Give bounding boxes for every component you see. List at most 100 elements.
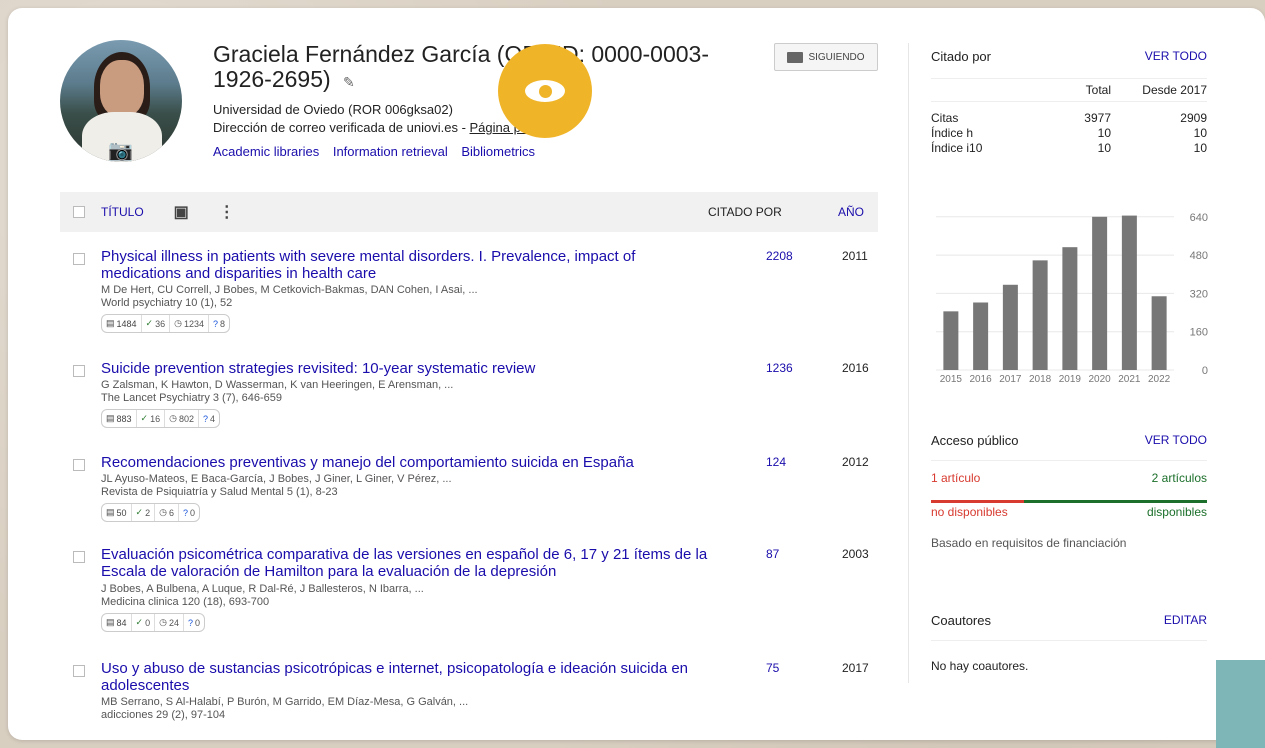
interest-link[interactable]: Academic libraries (213, 144, 319, 159)
stat-total: 3977 (1084, 111, 1111, 125)
chart-bar-2021[interactable] (1121, 215, 1137, 370)
email-text: Dirección de correo verificada de uniovi… (213, 120, 470, 135)
interest-link[interactable]: Bibliometrics (461, 144, 535, 159)
stat-total: 10 (1097, 141, 1111, 155)
clock-badge: ◷ 1234 (170, 315, 209, 332)
chart-bar-2018[interactable] (1032, 260, 1048, 370)
access-labels: no disponibles disponibles (931, 505, 1207, 519)
follow-label: SIGUIENDO (808, 51, 865, 63)
check-badge: ✓ 2 (132, 504, 156, 521)
add-article-icon[interactable]: ▣ (174, 202, 189, 222)
cited-by-view-all[interactable]: VER TODO (1145, 49, 1207, 64)
row-checkbox[interactable] (73, 665, 85, 677)
stats-row: Citas 3977 2909 (931, 111, 1207, 126)
access-right-label: disponibles (1146, 505, 1207, 519)
article-authors: M De Hert, CU Correll, J Bobes, M Cetkov… (101, 284, 478, 296)
article-authors: JL Ayuso-Mateos, E Baca-García, J Bobes,… (101, 473, 452, 485)
chart-bar-2022[interactable] (1151, 296, 1167, 370)
interests: Academic libraries Information retrieval… (213, 144, 545, 159)
doc-count-badge: ▤ 84 (102, 614, 132, 631)
interest-link[interactable]: Information retrieval (333, 144, 448, 159)
avatar[interactable]: 📷 (60, 40, 182, 162)
column-divider (908, 43, 909, 683)
col-total: Total (1085, 83, 1111, 97)
chart-xtick-label: 2020 (1089, 374, 1112, 385)
cited-count[interactable]: 75 (766, 661, 779, 675)
stats-row: Índice i10 10 10 (931, 141, 1207, 156)
clock-badge: ◷ 802 (165, 410, 199, 427)
stat-since: 10 (1193, 141, 1207, 155)
stats-header-row: Total Desde 2017 (931, 78, 1207, 102)
chart-ytick-label: 320 (1190, 288, 1208, 300)
stat-since: 2909 (1180, 111, 1207, 125)
col-since: Desde 2017 (1142, 83, 1207, 97)
article-title[interactable]: Recomendaciones preventivas y manejo del… (101, 454, 661, 471)
access-left-count[interactable]: 1 artículo (931, 471, 980, 485)
cited-by-header: Citado por VER TODO (931, 49, 1207, 64)
more-vert-icon[interactable]: ⋮ (219, 202, 235, 222)
clock-badge: ◷ 24 (155, 614, 184, 631)
chart-bar-2020[interactable] (1092, 216, 1108, 370)
question-badge: ? 8 (213, 318, 226, 329)
article-meta: J Bobes, A Bulbena, A Luque, R Dal-Ré, J… (101, 583, 701, 632)
unavailable-segment (931, 500, 1024, 503)
article-meta: MB Serrano, S Al-Halabí, P Burón, M Garr… (101, 696, 701, 722)
citations-per-year-chart[interactable]: 0 160 320 480 640 2015 2016 2017 2018 2019 2020 202… (926, 202, 1216, 392)
clock-badge: ◷ 6 (155, 504, 179, 521)
stat-total: 10 (1097, 126, 1111, 140)
article-title[interactable]: Physical illness in patients with severe… (101, 248, 661, 282)
chart-bar-2017[interactable] (1002, 284, 1018, 370)
article-year: 2012 (842, 455, 869, 469)
article-title[interactable]: Uso y abuso de sustancias psicotrópicas … (101, 660, 721, 694)
select-all-checkbox[interactable] (73, 206, 85, 218)
article-venue: Medicina clinica 120 (18), 693-700 (101, 596, 270, 608)
article-venue: World psychiatry 10 (1), 52 (101, 297, 233, 309)
cited-count[interactable]: 1236 (766, 361, 793, 375)
article-year: 2017 (842, 661, 869, 675)
question-badge: ? 0 (187, 617, 200, 628)
article-meta: JL Ayuso-Mateos, E Baca-García, J Bobes,… (101, 473, 701, 522)
row-checkbox[interactable] (73, 253, 85, 265)
article-year: 2003 (842, 547, 869, 561)
stat-label: Citas (931, 111, 959, 125)
cited-count[interactable]: 2208 (766, 249, 793, 263)
metrics-badges[interactable]: ▤ 84 ✓ 0 ◷ 24 ? 0 (101, 613, 205, 632)
metrics-badges[interactable]: ▤ 883 ✓ 16 ◷ 802 ? 4 (101, 409, 221, 428)
article-venue: Revista de Psiquiatría y Salud Mental 5 … (101, 486, 338, 498)
row-checkbox[interactable] (73, 365, 85, 377)
profile-name-text: Graciela Fernández García (ORCID: 0000-0… (213, 41, 709, 92)
chart-ytick-label: 0 (1202, 365, 1208, 377)
coauthors-title: Coautores (931, 613, 991, 628)
access-right-count[interactable]: 2 artículos (1152, 471, 1207, 485)
cited-count[interactable]: 124 (766, 455, 786, 469)
cited-count[interactable]: 87 (766, 547, 779, 561)
article-year: 2016 (842, 361, 869, 375)
public-access-header: Acceso público VER TODO (931, 433, 1207, 448)
sort-year[interactable]: AÑO (838, 205, 864, 219)
stat-label: Índice i10 (931, 141, 983, 155)
article-title[interactable]: Evaluación psicométrica comparativa de l… (101, 546, 721, 580)
row-checkbox[interactable] (73, 551, 85, 563)
check-badge: ✓ 36 (142, 315, 171, 332)
sort-title[interactable]: TÍTULO (101, 205, 144, 219)
row-checkbox[interactable] (73, 459, 85, 471)
access-view-all[interactable]: VER TODO (1145, 433, 1207, 448)
chart-xtick-label: 2016 (970, 374, 993, 385)
add-photo-icon[interactable]: 📷 (108, 138, 133, 162)
chart-bar-2015[interactable] (943, 311, 959, 370)
doc-count-badge: ▤ 883 (102, 410, 137, 427)
sort-cited[interactable]: CITADO POR (708, 205, 782, 219)
eye-overlay-icon (498, 44, 592, 138)
article-meta: G Zalsman, K Hawton, D Wasserman, K van … (101, 379, 701, 428)
article-year: 2011 (842, 249, 868, 263)
chart-xtick-label: 2018 (1029, 374, 1052, 385)
edit-pencil-icon[interactable]: ✎ (343, 74, 355, 90)
follow-button[interactable]: SIGUIENDO (774, 43, 878, 71)
metrics-badges[interactable]: ▤ 50 ✓ 2 ◷ 6 ? 0 (101, 503, 200, 522)
chart-bar-2019[interactable] (1062, 247, 1078, 370)
metrics-badges[interactable]: ▤ 1484 ✓ 36 ◷ 1234 ? 8 (101, 314, 231, 333)
article-title[interactable]: Suicide prevention strategies revisited:… (101, 360, 661, 377)
coauthors-edit[interactable]: EDITAR (1164, 613, 1207, 628)
check-badge: ✓ 0 (132, 614, 156, 631)
chart-bar-2016[interactable] (973, 302, 989, 370)
